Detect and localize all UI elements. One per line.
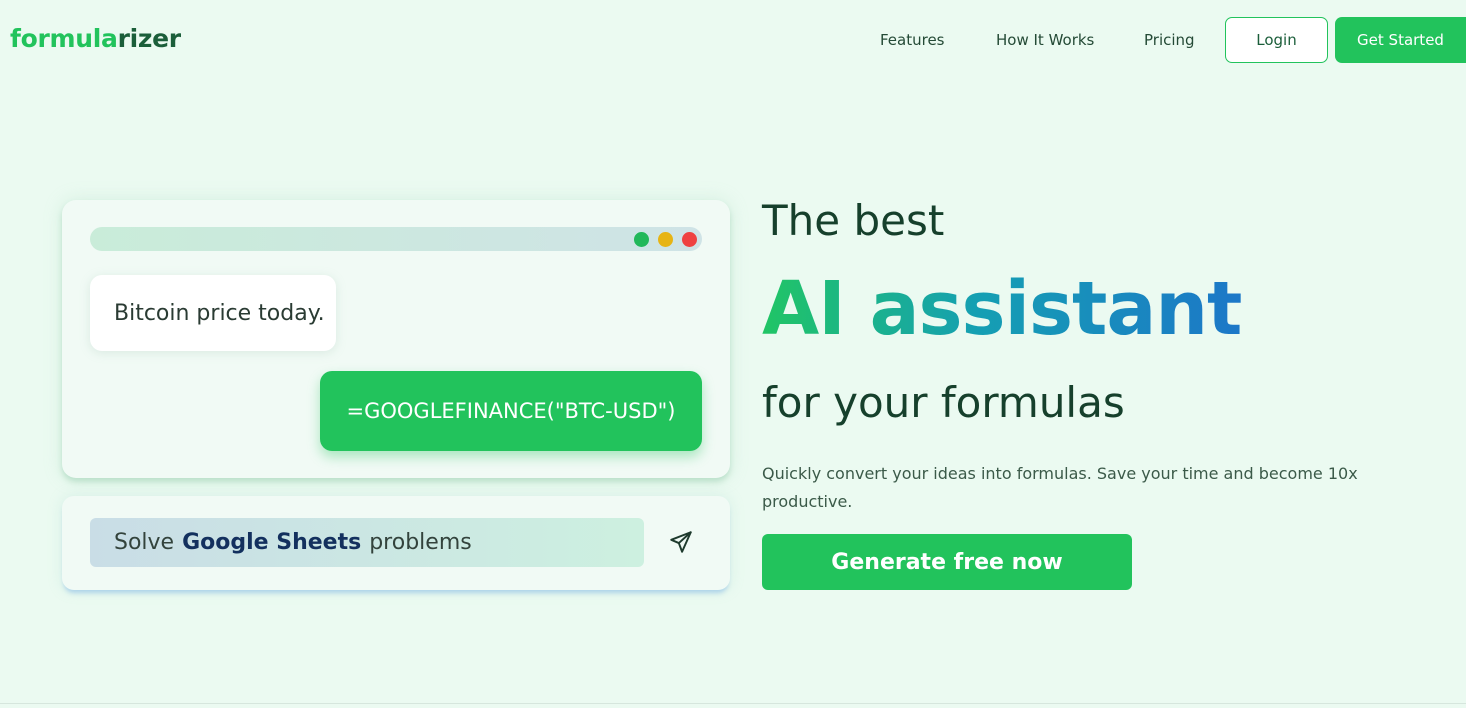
demo-chat-card: Bitcoin price today. =GOOGLEFINANCE("BTC… bbox=[62, 200, 730, 478]
login-button[interactable]: Login bbox=[1225, 17, 1328, 63]
window-dot-red bbox=[682, 232, 697, 247]
logo-part-rizer: rizer bbox=[117, 24, 182, 53]
hero-headline: AI assistant bbox=[762, 266, 1242, 352]
hero-line-1: The best bbox=[762, 196, 945, 245]
user-message-bubble: Bitcoin price today. bbox=[90, 275, 336, 351]
prompt-suffix: problems bbox=[369, 530, 472, 555]
nav-pricing[interactable]: Pricing bbox=[1144, 31, 1195, 49]
prompt-highlight: Google Sheets bbox=[182, 530, 362, 555]
section-divider bbox=[0, 703, 1466, 704]
nav-how-it-works[interactable]: How It Works bbox=[996, 31, 1094, 49]
prompt-input[interactable]: Solve Google Sheets problems bbox=[90, 518, 644, 567]
generate-free-button[interactable]: Generate free now bbox=[762, 534, 1132, 590]
window-dot-green bbox=[634, 232, 649, 247]
logo-part-formula: formula bbox=[10, 24, 118, 53]
hero-line-2: for your formulas bbox=[762, 378, 1125, 427]
formula-reply-bubble: =GOOGLEFINANCE("BTC-USD") bbox=[320, 371, 702, 451]
send-icon[interactable] bbox=[668, 529, 694, 555]
hero-description: Quickly convert your ideas into formulas… bbox=[762, 464, 1358, 511]
window-dot-yellow bbox=[658, 232, 673, 247]
get-started-button[interactable]: Get Started bbox=[1335, 17, 1466, 63]
logo[interactable]: formularizer bbox=[10, 24, 181, 53]
window-title-bar bbox=[90, 227, 702, 251]
prompt-prefix: Solve bbox=[114, 530, 175, 555]
landing-page: formularizer Features How It Works Prici… bbox=[0, 0, 1466, 708]
nav-features[interactable]: Features bbox=[880, 31, 945, 49]
prompt-card: Solve Google Sheets problems bbox=[62, 496, 730, 590]
